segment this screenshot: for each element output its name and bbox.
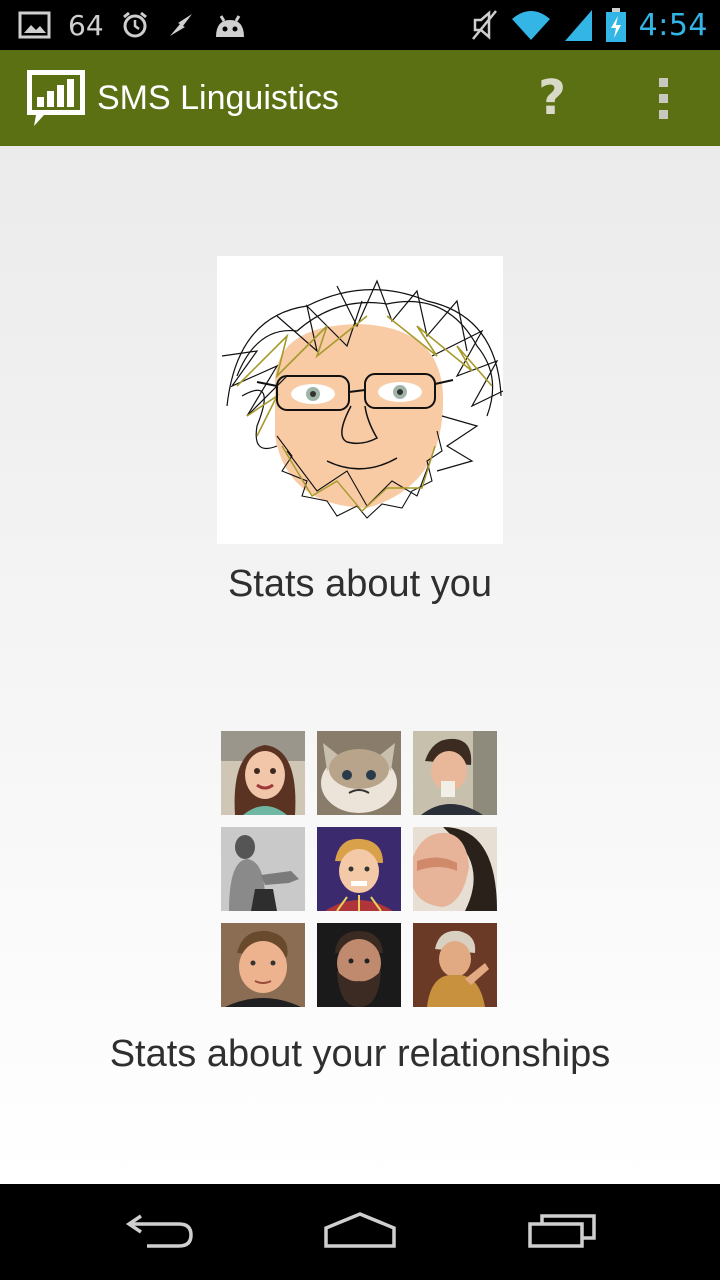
contact-thumbnail [317, 923, 401, 1007]
overflow-dot [658, 93, 668, 103]
overflow-dot [658, 109, 668, 119]
contact-thumbnail [413, 731, 497, 815]
contact-thumbnail [317, 731, 401, 815]
status-bar: 64 4:54 [0, 0, 720, 50]
contact-thumbnail [221, 827, 305, 911]
action-bar: SMS Linguistics ? [0, 50, 720, 146]
android-debug-icon [212, 10, 248, 40]
main-content: Stats about you Stats about your relatio… [0, 146, 720, 1184]
back-button[interactable] [100, 1202, 220, 1262]
contact-thumbnail [413, 827, 497, 911]
recent-apps-button[interactable] [502, 1202, 622, 1262]
app-logo-icon [24, 67, 88, 131]
help-button[interactable]: ? [522, 68, 582, 128]
wifi-icon [511, 9, 551, 41]
recent-apps-icon [526, 1210, 598, 1254]
clock: 4:54 [638, 7, 708, 43]
app-title: SMS Linguistics [97, 79, 339, 117]
signal-icon [563, 8, 593, 42]
stats-about-relationships-label: Stats about your relationships [109, 1033, 611, 1075]
back-icon [125, 1210, 195, 1254]
overflow-dot [658, 77, 668, 87]
battery-charging-icon [605, 7, 627, 43]
user-avatar-drawing [217, 256, 504, 544]
gallery-notification-icon [18, 10, 52, 40]
contact-thumbnail [221, 731, 305, 815]
navigation-bar [0, 1184, 720, 1280]
home-button[interactable] [300, 1202, 420, 1262]
notification-count: 64 [68, 8, 104, 42]
stats-about-you-label: Stats about you [227, 563, 493, 605]
contact-thumbnail [413, 923, 497, 1007]
relationships-thumbnail-grid [221, 731, 497, 1007]
home-icon [322, 1210, 398, 1254]
mute-icon [469, 8, 499, 42]
contact-thumbnail [221, 923, 305, 1007]
alarm-icon [120, 10, 150, 40]
lightning-icon [166, 10, 196, 40]
help-icon: ? [538, 70, 566, 126]
overflow-menu-button[interactable] [640, 70, 686, 126]
contact-thumbnail [317, 827, 401, 911]
